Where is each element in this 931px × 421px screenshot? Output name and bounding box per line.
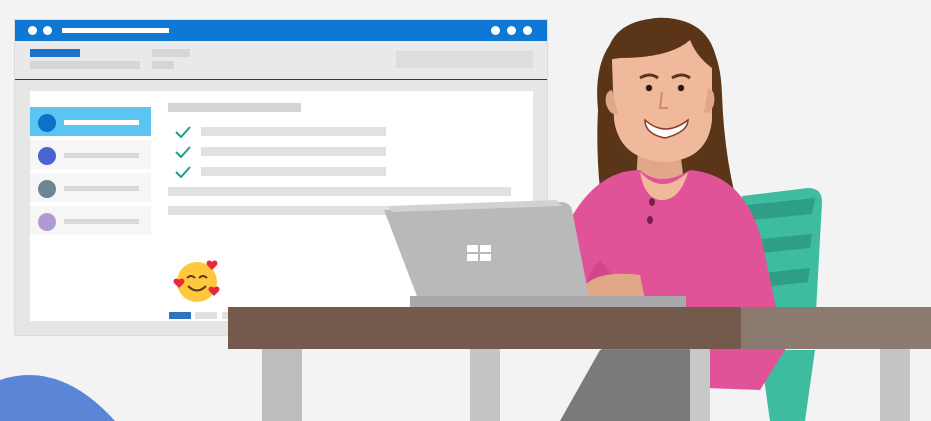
person-at-desk-illustration: [228, 17, 931, 421]
person-face: [605, 18, 718, 162]
illustration-scene: [0, 0, 931, 421]
